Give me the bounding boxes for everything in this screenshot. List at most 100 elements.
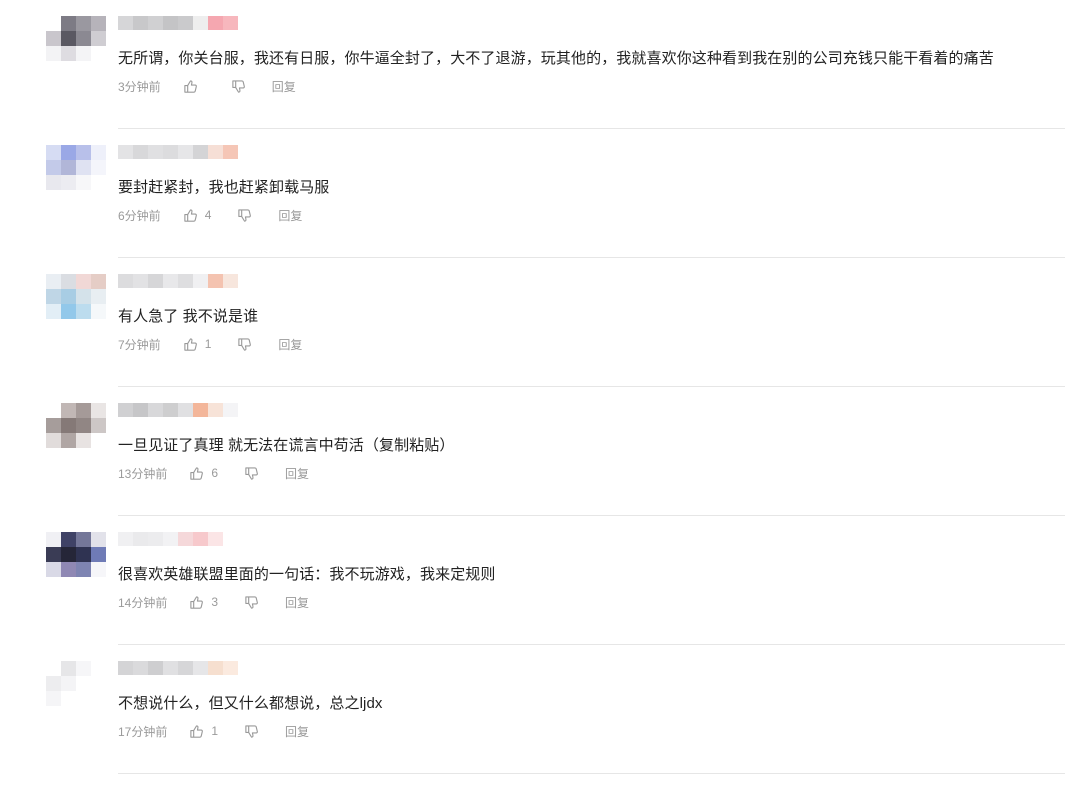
thumbs-up-icon xyxy=(189,466,204,481)
avatar-pixel xyxy=(61,31,76,46)
username-censored[interactable] xyxy=(118,532,258,546)
reply-button[interactable]: 回复 xyxy=(278,207,302,224)
username-censored[interactable] xyxy=(118,274,258,288)
avatar-pixel xyxy=(76,676,91,691)
avatar-pixel xyxy=(61,289,76,304)
username-pixel xyxy=(163,403,178,417)
avatar-pixel xyxy=(61,145,76,160)
avatar-pixel xyxy=(91,46,106,61)
username-pixel xyxy=(193,16,208,30)
thumbs-up-icon xyxy=(189,724,204,739)
avatar-pixel xyxy=(91,160,106,175)
like-button[interactable]: 3 xyxy=(189,595,218,610)
comment-time: 6分钟前 xyxy=(118,208,161,223)
username-pixel xyxy=(223,274,238,288)
dislike-button[interactable] xyxy=(237,208,252,223)
comment-time: 13分钟前 xyxy=(118,466,168,481)
like-button[interactable]: 1 xyxy=(189,724,218,739)
like-button[interactable]: 1 xyxy=(183,337,211,352)
avatar-pixel xyxy=(91,676,106,691)
avatar-pixel xyxy=(46,46,61,61)
avatar-pixel xyxy=(61,562,76,577)
username-pixel xyxy=(208,145,223,159)
avatar[interactable] xyxy=(46,272,106,332)
avatar-pixel xyxy=(61,46,76,61)
avatar-pixel xyxy=(76,304,91,319)
avatar-pixel xyxy=(76,274,91,289)
comment-time: 14分钟前 xyxy=(118,595,168,610)
dislike-button[interactable] xyxy=(231,79,246,94)
avatar-pixel xyxy=(46,16,61,31)
reply-button[interactable]: 回复 xyxy=(285,723,309,740)
username-censored[interactable] xyxy=(118,145,258,159)
comment-text: 一旦见证了真理 就无法在谎言中苟活（复制粘贴） xyxy=(118,437,455,454)
avatar-pixel xyxy=(76,16,91,31)
avatar-pixel xyxy=(61,418,76,433)
avatar[interactable] xyxy=(46,143,106,203)
comment-item: 无所谓，你关台服，我还有日服，你牛逼全封了，大不了退游，玩其他的，我就喜欢你这种… xyxy=(0,14,1065,143)
comment-divider xyxy=(118,773,1065,774)
comment-actions: 14分钟前 3 回复 xyxy=(118,593,309,611)
reply-button[interactable]: 回复 xyxy=(272,78,296,95)
dislike-button[interactable] xyxy=(244,466,259,481)
username-censored[interactable] xyxy=(118,661,258,675)
avatar-pixel xyxy=(76,418,91,433)
dislike-button[interactable] xyxy=(244,595,259,610)
like-count: 3 xyxy=(211,595,219,609)
avatar-pixel xyxy=(91,145,106,160)
username-pixel xyxy=(208,403,223,417)
avatar-pixel xyxy=(46,145,61,160)
username-pixel xyxy=(193,661,208,675)
username-pixel xyxy=(208,661,223,675)
username-pixel xyxy=(223,403,238,417)
avatar-pixel xyxy=(46,691,61,706)
reply-button[interactable]: 回复 xyxy=(285,465,309,482)
reply-button[interactable]: 回复 xyxy=(285,594,309,611)
thumbs-down-icon xyxy=(244,724,259,739)
avatar[interactable] xyxy=(46,14,106,74)
dislike-button[interactable] xyxy=(237,337,252,352)
avatar-pixel xyxy=(76,661,91,676)
avatar-pixel xyxy=(91,289,106,304)
comment-text: 无所谓，你关台服，我还有日服，你牛逼全封了，大不了退游，玩其他的，我就喜欢你这种… xyxy=(118,50,994,67)
comment-text: 要封赶紧封，我也赶紧卸载马服 xyxy=(118,179,330,196)
like-button[interactable] xyxy=(183,79,205,94)
username-pixel xyxy=(178,16,193,30)
username-pixel xyxy=(118,532,133,546)
username-censored[interactable] xyxy=(118,403,258,417)
avatar-pixel xyxy=(61,532,76,547)
avatar-pixel xyxy=(76,433,91,448)
avatar-pixel xyxy=(46,418,61,433)
comment-actions: 7分钟前 1 回复 xyxy=(118,335,302,353)
avatar-pixel xyxy=(76,532,91,547)
like-count: 1 xyxy=(211,724,219,738)
avatar[interactable] xyxy=(46,659,106,719)
avatar-pixel xyxy=(91,274,106,289)
reply-button[interactable]: 回复 xyxy=(278,336,302,353)
thumbs-down-icon xyxy=(237,208,252,223)
avatar[interactable] xyxy=(46,401,106,461)
thumbs-up-icon xyxy=(183,337,198,352)
comment-item: 很喜欢英雄联盟里面的一句话：我不玩游戏，我来定规则 14分钟前 3 回复 xyxy=(0,530,1065,659)
like-button[interactable]: 6 xyxy=(189,466,218,481)
avatar-pixel xyxy=(61,274,76,289)
username-censored[interactable] xyxy=(118,16,258,30)
username-pixel xyxy=(163,145,178,159)
thumbs-up-icon xyxy=(183,79,198,94)
username-pixel xyxy=(148,145,163,159)
avatar-pixel xyxy=(91,31,106,46)
avatar-pixel xyxy=(76,289,91,304)
comment-divider xyxy=(118,386,1065,387)
username-pixel xyxy=(193,403,208,417)
username-pixel xyxy=(163,661,178,675)
avatar-pixel xyxy=(46,676,61,691)
avatar[interactable] xyxy=(46,530,106,590)
like-button[interactable]: 4 xyxy=(183,208,211,223)
username-pixel xyxy=(148,16,163,30)
avatar-pixel xyxy=(61,304,76,319)
avatar-pixel xyxy=(61,175,76,190)
dislike-button[interactable] xyxy=(244,724,259,739)
avatar-pixel xyxy=(46,160,61,175)
avatar-pixel xyxy=(91,175,106,190)
thumbs-down-icon xyxy=(231,79,246,94)
